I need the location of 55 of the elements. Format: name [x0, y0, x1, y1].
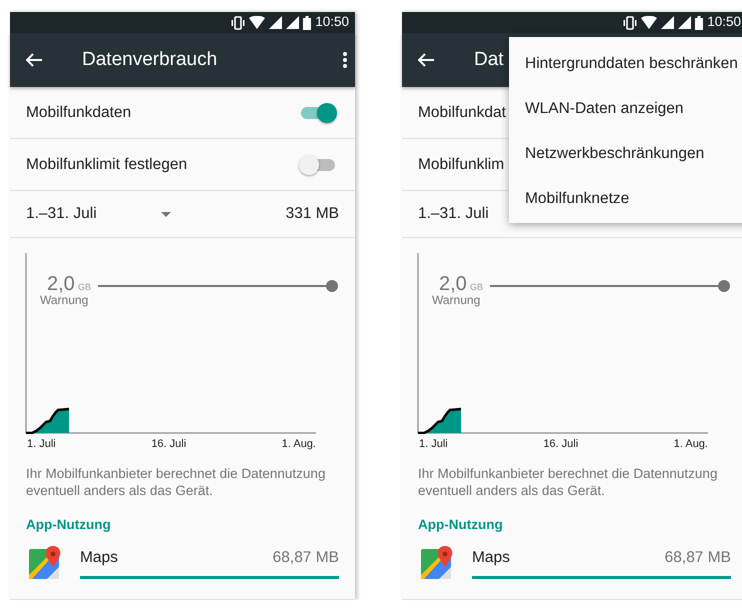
carrier-note: Ihr Mobilfunkanbieter berechnet die Datennutzung eventuell anders als das Gerät. — [26, 465, 326, 499]
usage-total: 331 MB — [286, 204, 339, 224]
app-name: Maps — [472, 548, 510, 568]
warning-value: 2,0 — [47, 274, 75, 294]
warning-unit: GB — [78, 283, 92, 292]
setting-label: Mobilfunklimit festlegen — [26, 154, 188, 175]
axis-label: 16. Juli — [151, 437, 186, 452]
warning-value: 2,0 — [439, 274, 467, 294]
axis-label: 1. Aug. — [282, 437, 316, 452]
signal-icon — [661, 16, 674, 29]
carrier-note: Ihr Mobilfunkanbieter berechnet die Datennutzung eventuell anders als das Gerät. — [418, 465, 718, 499]
setting-label: Mobilfunkdaten — [26, 102, 132, 123]
axis-label: 1. Juli — [27, 437, 56, 452]
app-usage: 68,87 MB — [272, 548, 339, 568]
toggle-switch[interactable] — [299, 102, 337, 122]
screen-title: Datenverbrauch — [82, 48, 218, 72]
screen-title: Dat — [474, 48, 504, 72]
axis-label: 1. Aug. — [674, 437, 708, 452]
vibrate-icon — [231, 16, 246, 30]
wifi-icon — [641, 16, 658, 29]
wifi-icon — [249, 16, 266, 29]
signal-icon — [286, 16, 300, 29]
setting-label: Mobilfunkdat — [418, 102, 506, 123]
section-heading: App-Nutzung — [418, 517, 504, 533]
battery-icon — [303, 16, 312, 30]
menu-item[interactable]: Hintergrunddaten beschränken — [509, 41, 742, 86]
battery-icon — [695, 16, 704, 30]
usage-area-drawing — [418, 408, 462, 434]
back-arrow-icon[interactable] — [26, 53, 42, 67]
warning-line[interactable] — [98, 280, 338, 292]
toggle-switch[interactable] — [299, 154, 337, 174]
dropdown-caret-icon[interactable] — [160, 212, 171, 216]
warning-unit: GB — [470, 283, 484, 292]
menu-item[interactable]: Mobilfunknetze — [509, 176, 742, 221]
warning-label: Warnung — [432, 293, 480, 308]
app-usage: 68,87 MB — [664, 548, 731, 568]
more-options-icon[interactable] — [343, 52, 347, 68]
back-arrow-icon[interactable] — [418, 53, 434, 67]
axis-label: 1. Juli — [419, 437, 448, 452]
signal-icon — [269, 16, 282, 29]
signal-icon — [678, 16, 692, 29]
setting-label: Mobilfunklim — [418, 154, 504, 175]
vibrate-icon — [623, 16, 638, 30]
warning-label: Warnung — [40, 293, 88, 308]
app-name: Maps — [80, 548, 118, 568]
menu-item[interactable]: WLAN-Daten anzeigen — [509, 86, 742, 131]
status-time: 10:50 — [707, 13, 741, 32]
menu-item[interactable]: Netzwerkbeschränkungen — [509, 131, 742, 176]
warning-line[interactable] — [490, 280, 730, 292]
axis-label: 16. Juli — [543, 437, 578, 452]
usage-area-drawing — [26, 408, 70, 434]
period-label[interactable]: 1.–31. Juli — [26, 202, 97, 226]
period-label[interactable]: 1.–31. Juli — [418, 202, 489, 226]
section-heading: App-Nutzung — [26, 517, 112, 533]
status-time: 10:50 — [315, 13, 349, 32]
